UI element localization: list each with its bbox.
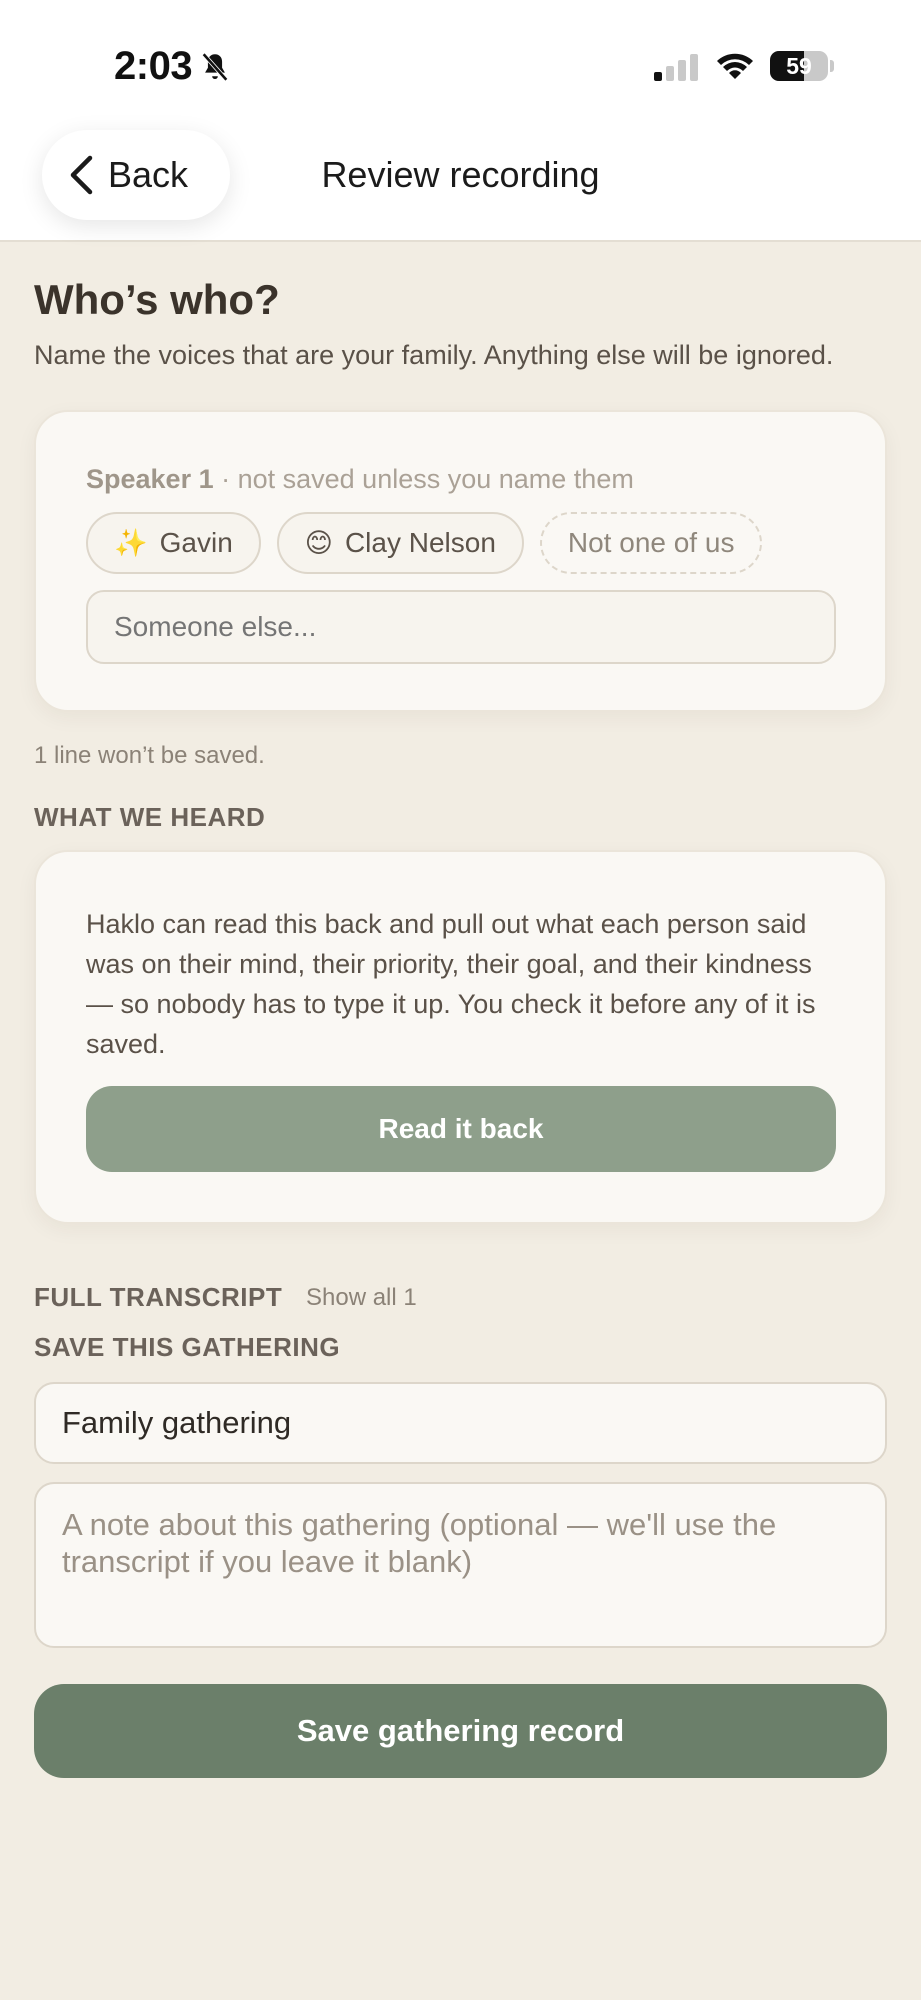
show-all-link[interactable]: Show all 1 (306, 1284, 417, 1312)
status-time: 2:03 (114, 44, 193, 88)
full-transcript-label: FULL TRANSCRIPT (34, 1282, 283, 1312)
someone-else-input[interactable] (86, 590, 836, 664)
chip-label: Gavin (159, 527, 233, 558)
what-we-heard-label: WHAT WE HEARD (34, 802, 266, 832)
cellular-signal-icon (654, 54, 698, 81)
chip-label: Not one of us (567, 527, 735, 558)
save-gathering-label: SAVE THIS GATHERING (34, 1332, 341, 1362)
speaker-line: Speaker 1 · not saved unless you name th… (86, 464, 634, 495)
battery-percent: 59 (786, 53, 812, 79)
gathering-title-input[interactable] (34, 1382, 887, 1464)
sparkles-icon: ✨ (114, 528, 148, 558)
whos-who-heading: Who’s who? (34, 276, 280, 323)
speaker-note: · not saved unless you name them (213, 464, 634, 494)
chip-gavin[interactable]: ✨ Gavin (86, 512, 261, 574)
bell-muted-icon (202, 52, 228, 82)
gathering-note-textarea[interactable] (34, 1482, 887, 1648)
battery-tip (830, 60, 834, 72)
heard-description: Haklo can read this back and pull out wh… (86, 909, 816, 1059)
read-it-back-button[interactable]: Read it back (86, 1086, 836, 1172)
unsaved-lines-note: 1 line won’t be saved. (34, 742, 265, 769)
save-gathering-button[interactable]: Save gathering record (34, 1684, 887, 1778)
whos-who-subtitle: Name the voices that are your family. An… (34, 340, 834, 370)
page-title: Review recording (321, 154, 600, 195)
speaker-name: Speaker 1 (86, 464, 214, 494)
chip-not-one-of-us[interactable]: Not one of us (539, 512, 763, 574)
what-we-heard-card: Haklo can read this back and pull out wh… (34, 850, 887, 1224)
battery-icon: 59 (770, 51, 828, 81)
wifi-icon (717, 53, 753, 79)
chip-clay-nelson[interactable]: 😊 Clay Nelson (276, 512, 524, 574)
smiley-icon: 😊 (304, 527, 333, 558)
chip-label: Clay Nelson (344, 527, 496, 558)
speaker-card: Speaker 1 · not saved unless you name th… (34, 410, 887, 712)
speaker-chips: ✨ Gavin 😊 Clay Nelson Not one of us (86, 512, 763, 574)
nav-bar: Back Review recording (0, 110, 921, 242)
